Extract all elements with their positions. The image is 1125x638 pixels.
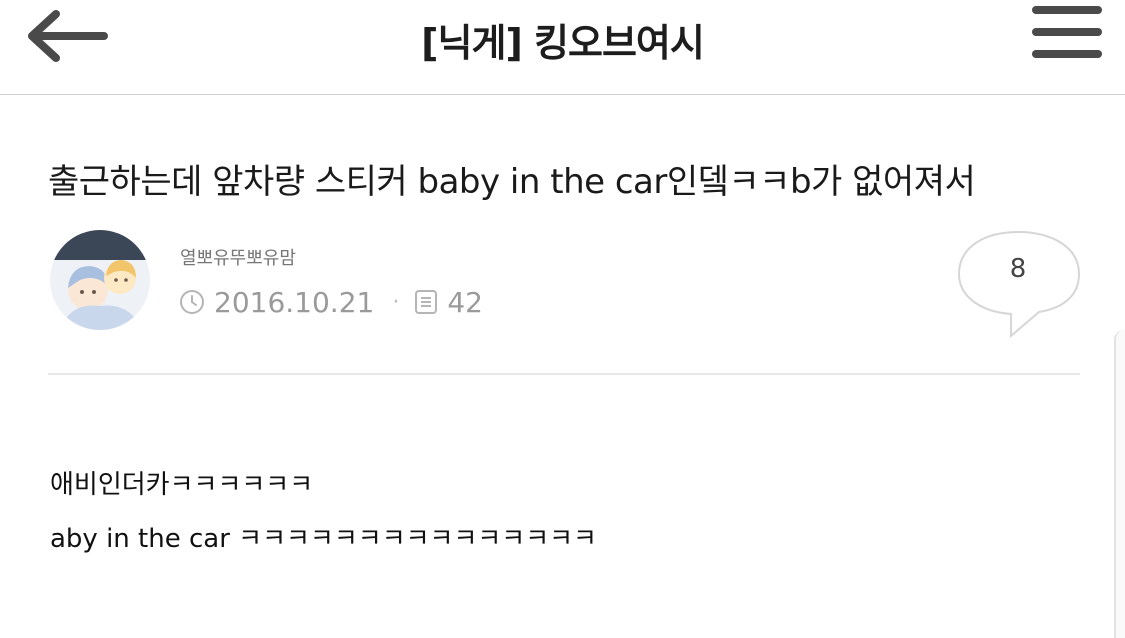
- comment-button[interactable]: [955, 228, 1085, 340]
- comment-count: 8: [1009, 254, 1027, 284]
- side-panel-edge: [1114, 330, 1125, 638]
- post-date: 2016.10.21: [214, 285, 375, 319]
- board-title: [닉게] 킹오브여시: [421, 21, 705, 65]
- author-name[interactable]: 열뽀유뚜뽀유맘: [180, 244, 296, 270]
- view-count: 42: [447, 285, 483, 319]
- header-divider: [0, 94, 1125, 95]
- clock-icon: [180, 290, 204, 314]
- post-body-line: aby in the car ㅋㅋㅋㅋㅋㅋㅋㅋㅋㅋㅋㅋㅋㅋㅋ: [50, 524, 597, 554]
- meta-separator: ·: [392, 289, 400, 315]
- author-avatar[interactable]: [50, 230, 150, 330]
- top-app-bar: [닉게] 킹오브여시: [0, 0, 1125, 95]
- post-meta: 2016.10.21 · 42: [178, 285, 483, 319]
- post-title: 출근하는데 앞차량 스티커 baby in the car인뎈ㅋㅋb가 없어져서: [48, 162, 976, 202]
- speech-bubble-icon: [957, 230, 1081, 339]
- content-divider: [48, 373, 1080, 375]
- avatar-illustration: [50, 230, 150, 330]
- hamburger-menu-icon: [1032, 6, 1102, 58]
- menu-button[interactable]: [1030, 4, 1106, 64]
- document-icon: [415, 290, 438, 314]
- post-body-line: 애비인더카ㅋㅋㅋㅋㅋㅋ: [50, 470, 314, 500]
